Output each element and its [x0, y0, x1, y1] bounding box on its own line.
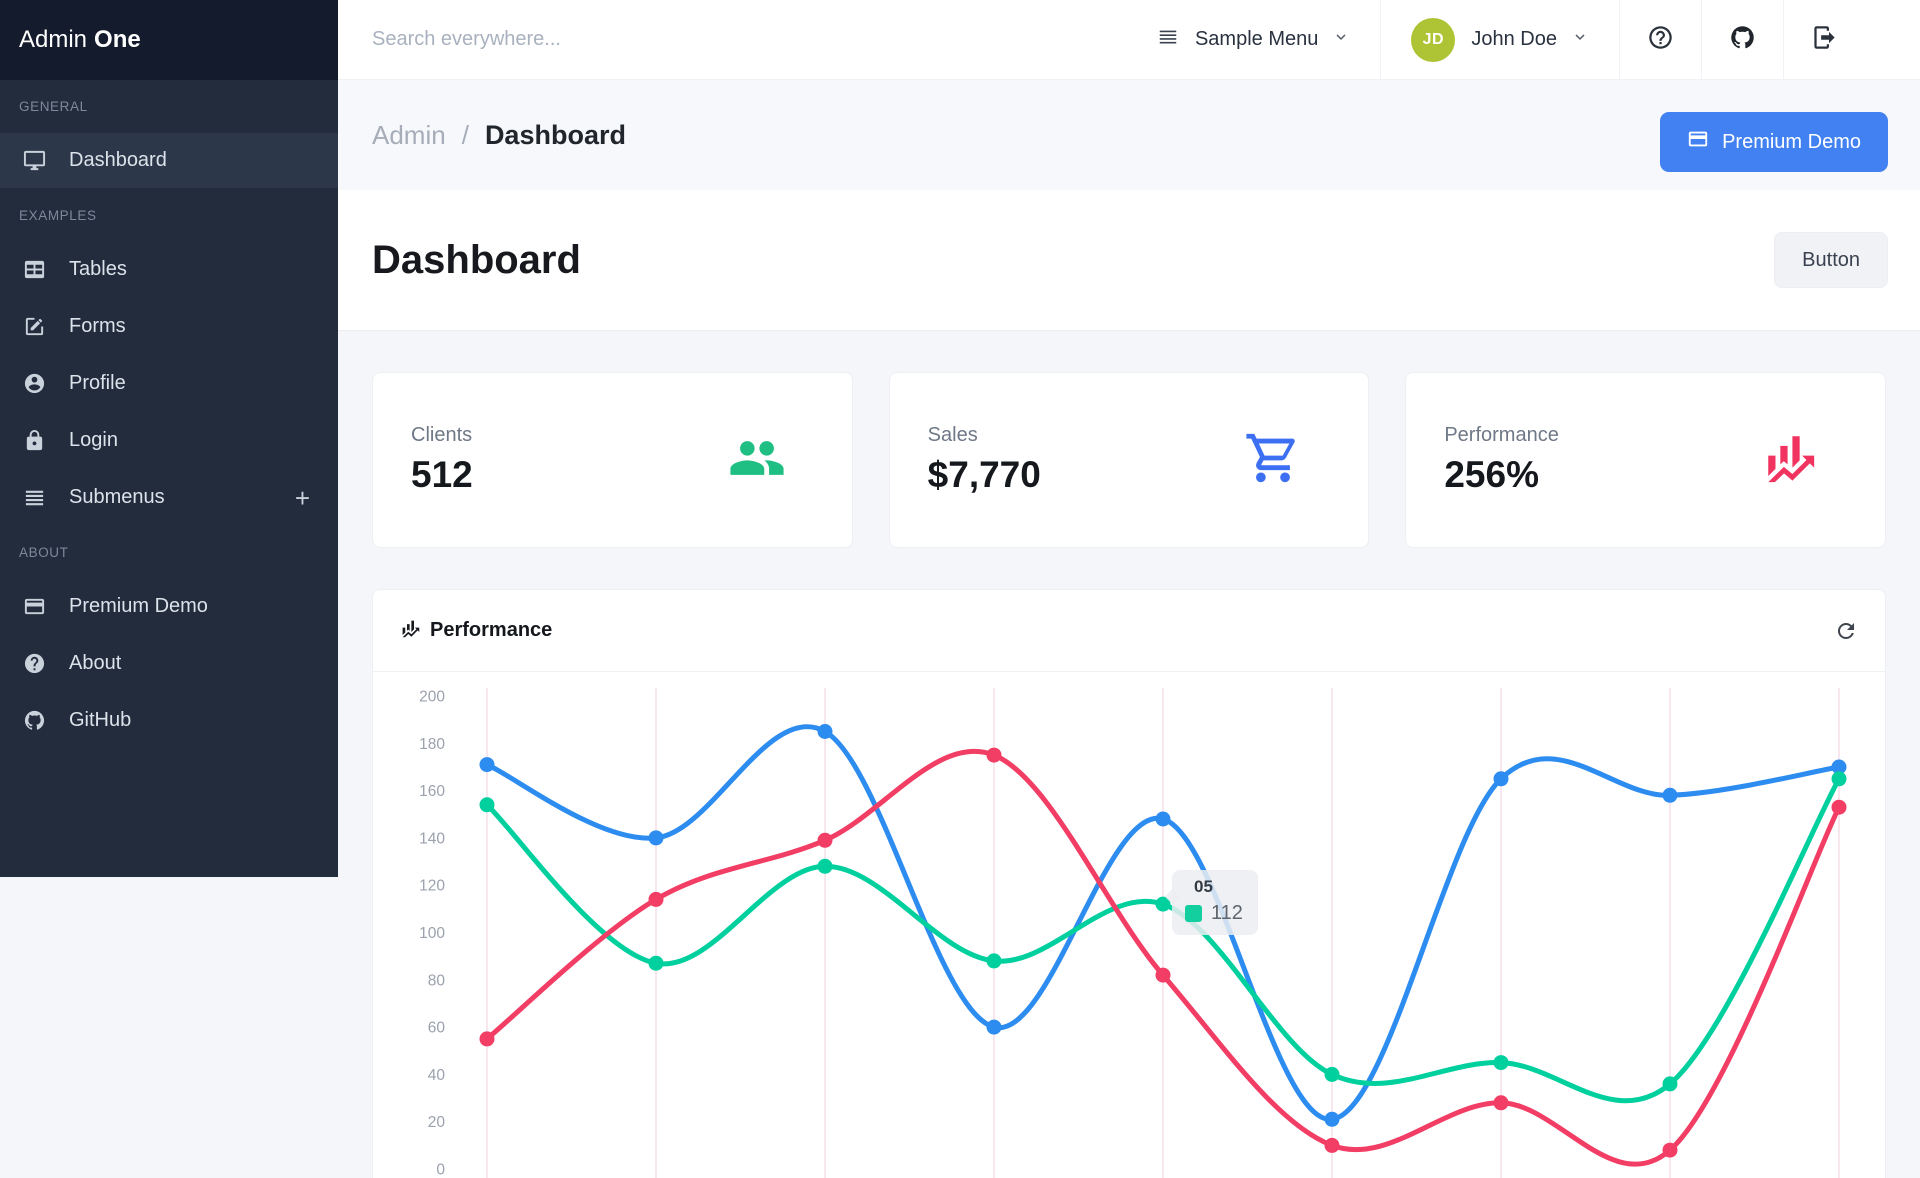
svg-text:120: 120 — [419, 878, 445, 895]
github-icon — [0, 709, 69, 732]
stat-cards: Clients 512 Sales $7,770 Performance 256… — [372, 372, 1887, 548]
list-icon — [0, 486, 69, 509]
sidebar-item-forms[interactable]: Forms — [0, 298, 338, 355]
sidebar-item-submenus[interactable]: Submenus + — [0, 469, 338, 526]
page-title: Dashboard — [372, 237, 581, 282]
card-label: Clients — [411, 424, 473, 446]
chevron-down-icon — [1332, 28, 1350, 51]
svg-text:0: 0 — [436, 1162, 445, 1178]
sidebar-item-label: About — [69, 652, 122, 674]
credit-card-icon — [1687, 128, 1709, 156]
tooltip-value: 112 — [1211, 902, 1243, 924]
logout-button[interactable] — [1783, 0, 1865, 79]
svg-text:100: 100 — [419, 925, 445, 942]
sidebar-item-label: Submenus — [69, 486, 165, 508]
performance-chart-svg: 200180160140120100806040200 — [419, 688, 1847, 1178]
edit-square-icon — [0, 315, 69, 338]
performance-card: Performance 256% — [1405, 372, 1887, 548]
sales-card: Sales $7,770 — [888, 372, 1370, 548]
brand-bold: One — [94, 26, 141, 53]
performance-panel: Performance 200 180 160 140 120 100 80 60 40 20 0 — [372, 589, 1886, 1178]
svg-text:160: 160 — [419, 783, 445, 800]
sidebar-item-label: Forms — [69, 315, 126, 337]
card-label: Performance — [1444, 424, 1559, 446]
sample-menu[interactable]: Sample Menu — [1127, 0, 1380, 79]
sample-menu-label: Sample Menu — [1194, 28, 1319, 50]
performance-chart[interactable]: 200 180 160 140 120 100 80 60 40 20 0 — [373, 672, 1885, 1178]
svg-text:140: 140 — [419, 830, 445, 847]
brand-regular: Admin — [19, 26, 88, 53]
search-input[interactable] — [372, 28, 932, 51]
user-name: John Doe — [1471, 28, 1557, 50]
sidebar-item-label: Tables — [69, 258, 127, 280]
tooltip-marker — [1185, 905, 1202, 922]
card-value: 256% — [1444, 454, 1539, 495]
menu-icon — [1157, 26, 1179, 53]
sidebar-item-label: GitHub — [69, 709, 132, 731]
sidebar-item-label: Login — [69, 429, 118, 451]
github-button[interactable] — [1701, 0, 1783, 79]
svg-text:60: 60 — [428, 1020, 446, 1037]
premium-demo-label: Premium Demo — [1722, 130, 1861, 153]
sidebar-item-tables[interactable]: Tables — [0, 241, 338, 298]
sidebar-item-label: Profile — [69, 372, 126, 394]
sidebar-item-login[interactable]: Login — [0, 412, 338, 469]
sidebar-item-dashboard[interactable]: Dashboard — [0, 132, 338, 189]
finance-icon — [400, 618, 421, 644]
card-label: Sales — [927, 424, 978, 446]
card-value: $7,770 — [927, 454, 1041, 495]
panel-header: Performance — [373, 590, 1885, 672]
account-circle-icon — [0, 372, 69, 395]
github-icon — [1729, 24, 1756, 56]
sidebar-item-about[interactable]: About — [0, 635, 338, 692]
users-icon — [728, 429, 786, 492]
svg-text:200: 200 — [419, 689, 445, 706]
panel-title: Performance — [430, 619, 553, 641]
logout-icon — [1811, 24, 1838, 56]
monitor-icon — [0, 149, 69, 172]
header-button[interactable]: Button — [1774, 232, 1888, 288]
plus-icon[interactable]: + — [295, 485, 310, 511]
cart-icon — [1244, 429, 1302, 492]
sidebar: Admin One GENERAL Dashboard EXAMPLES Tab… — [0, 0, 338, 877]
breadcrumb-separator: / — [461, 119, 469, 150]
card-value: 512 — [411, 454, 473, 495]
premium-demo-button[interactable]: Premium Demo — [1660, 112, 1888, 172]
chevron-down-icon — [1571, 28, 1589, 51]
page-header: Dashboard Button — [338, 190, 1920, 331]
user-menu[interactable]: JD John Doe — [1380, 0, 1619, 79]
sidebar-item-profile[interactable]: Profile — [0, 355, 338, 412]
app-brand: Admin One — [0, 0, 338, 80]
sidebar-item-label: Dashboard — [69, 149, 167, 171]
finance-icon — [1761, 429, 1819, 492]
table-icon — [0, 258, 69, 281]
sidebar-section-about: ABOUT — [19, 544, 69, 560]
navbar-spacer — [1865, 0, 1920, 79]
breadcrumb-bar: Admin / Dashboard Premium Demo — [338, 80, 1920, 190]
clients-card: Clients 512 — [372, 372, 853, 548]
help-button[interactable] — [1619, 0, 1701, 79]
tooltip-title: 05 — [1194, 877, 1213, 896]
breadcrumb-parent[interactable]: Admin — [372, 120, 446, 151]
svg-text:20: 20 — [428, 1114, 446, 1131]
sidebar-item-premium-demo[interactable]: Premium Demo — [0, 578, 338, 635]
svg-text:80: 80 — [428, 972, 446, 989]
credit-card-icon — [0, 595, 69, 618]
sidebar-section-examples: EXAMPLES — [19, 207, 97, 223]
top-navbar: Sample Menu JD John Doe — [338, 0, 1920, 80]
chart-tooltip: 05 112 — [1172, 870, 1258, 935]
svg-text:180: 180 — [419, 736, 445, 753]
sidebar-item-label: Premium Demo — [69, 595, 208, 617]
help-circle-outline-icon — [1647, 24, 1674, 56]
help-circle-icon — [0, 652, 69, 675]
reload-button[interactable] — [1834, 619, 1858, 643]
sidebar-section-general: GENERAL — [19, 98, 88, 114]
avatar: JD — [1411, 17, 1456, 62]
sidebar-item-github[interactable]: GitHub — [0, 692, 338, 749]
breadcrumb-current: Dashboard — [484, 119, 626, 150]
lock-icon — [0, 429, 69, 452]
svg-text:40: 40 — [428, 1067, 446, 1084]
